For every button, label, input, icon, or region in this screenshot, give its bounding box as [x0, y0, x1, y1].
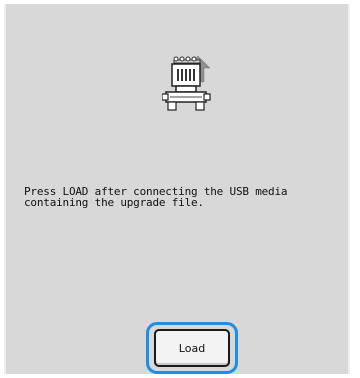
- machine-upgrade-icon: [162, 48, 234, 118]
- upgrade-screen: Press LOAD after connecting the USB medi…: [4, 4, 350, 374]
- instruction-text: Press LOAD after connecting the USB medi…: [24, 185, 288, 209]
- load-button[interactable]: Load: [154, 329, 230, 367]
